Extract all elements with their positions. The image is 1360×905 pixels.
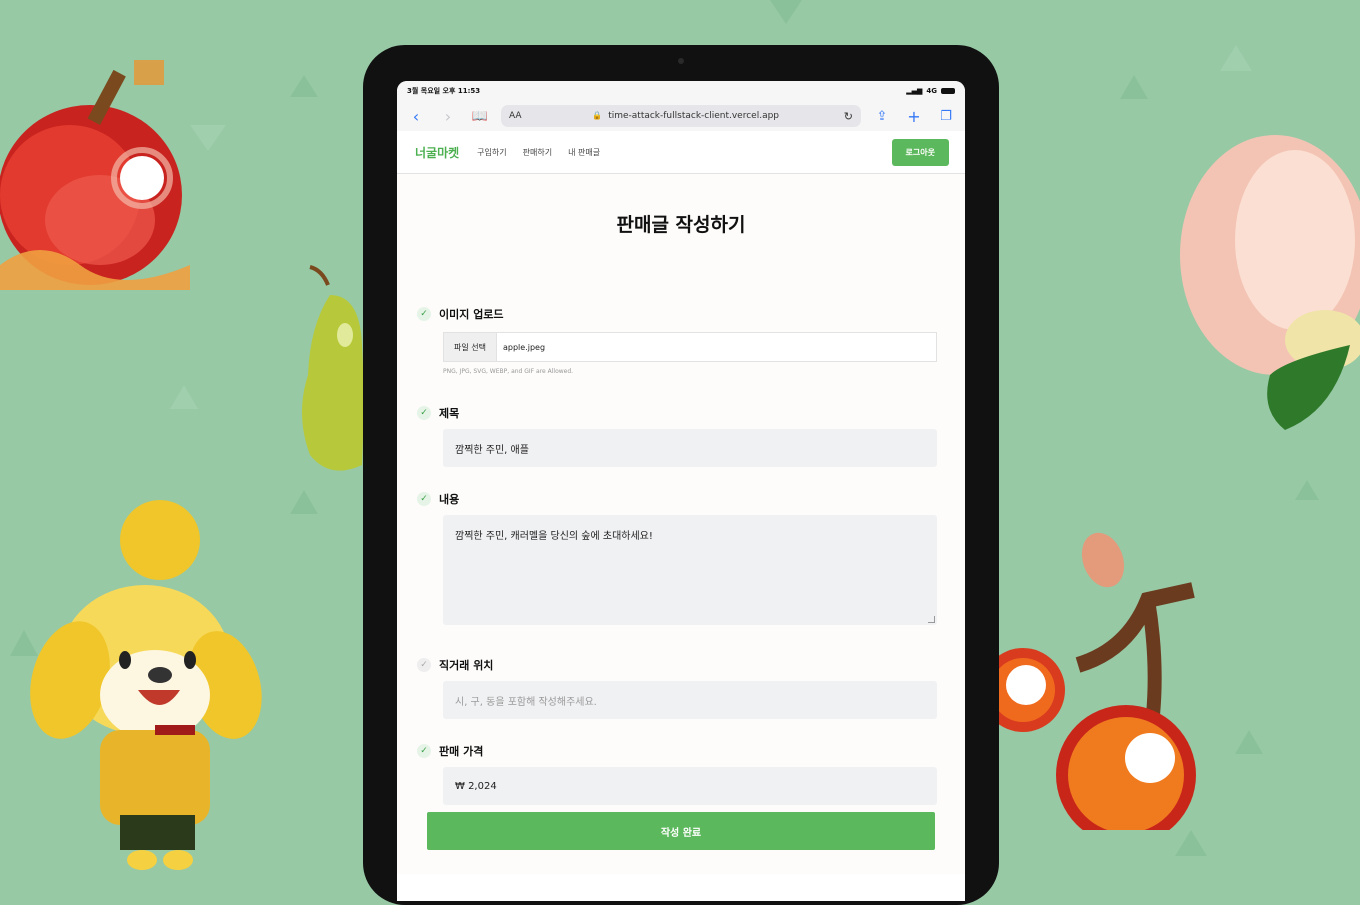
file-input[interactable]: 파일 선택 apple.jpeg: [443, 332, 937, 362]
status-time: 3월 목요일 오후 11:53: [407, 87, 481, 95]
content-text: 깜찍한 주민, 캐러멜을 당신의 숲에 초대하세요!: [455, 531, 653, 542]
status-bar: 3월 목요일 오후 11:53 ▂▄▆ 4G: [397, 81, 965, 101]
site-logo[interactable]: 너굴마켓: [415, 144, 459, 161]
isabelle-character-illustration: [30, 500, 262, 870]
logout-button[interactable]: 로그아웃: [891, 138, 949, 166]
background-triangle: [1120, 75, 1148, 99]
safari-toolbar: ‹ › 📖 AA 🔒 time-attack-fullstack-client.…: [397, 101, 965, 131]
background-triangle: [1235, 730, 1263, 754]
image-upload-label: 이미지 업로드: [439, 308, 504, 321]
price-input[interactable]: ₩ 2,024: [443, 767, 937, 805]
background-triangle: [290, 490, 318, 514]
background-triangle: [1220, 45, 1252, 71]
reader-button[interactable]: AA: [509, 111, 522, 121]
file-name: apple.jpeg: [502, 342, 546, 352]
form-container: 판매글 작성하기 ✓ 이미지 업로드 파일 선택 apple.jpeg PNG,…: [397, 174, 965, 874]
nav-sell[interactable]: 판매하기: [523, 147, 552, 158]
share-icon[interactable]: ⇪: [871, 109, 893, 124]
location-label: 직거래 위치: [439, 659, 494, 672]
nav-my-posts[interactable]: 내 판매글: [568, 147, 600, 158]
pear-illustration: [301, 265, 364, 471]
ipad-frame: 3월 목요일 오후 11:53 ▂▄▆ 4G ‹ › 📖 AA 🔒 time-a…: [363, 45, 999, 905]
ipad-screen: 3월 목요일 오후 11:53 ▂▄▆ 4G ‹ › 📖 AA 🔒 time-a…: [397, 81, 965, 901]
site-header: 너굴마켓 구입하기 판매하기 내 판매글 로그아웃: [397, 131, 965, 174]
submit-button[interactable]: 작성 완료: [427, 812, 935, 850]
bookmarks-icon[interactable]: 📖: [469, 109, 491, 124]
signal-icon: ▂▄▆: [906, 87, 923, 95]
check-icon: ✓: [417, 307, 431, 321]
location-field: ✓ 직거래 위치 시, 구, 동을 포함해 작성해주세요.: [417, 657, 937, 719]
image-upload-field: ✓ 이미지 업로드 파일 선택 apple.jpeg PNG, JPG, SVG…: [417, 306, 937, 375]
content-label: 내용: [439, 493, 460, 506]
background-triangle: [1295, 480, 1319, 500]
background-triangle: [190, 125, 226, 151]
camera-dot: [678, 58, 684, 64]
background-triangle: [170, 385, 198, 409]
background-triangle: [770, 0, 802, 24]
title-input[interactable]: 깜찍한 주민, 애플: [443, 429, 937, 467]
price-field: ✓ 판매 가격 ₩ 2,024: [417, 743, 937, 805]
back-icon[interactable]: ‹: [405, 107, 427, 126]
background-triangle: [290, 75, 318, 97]
address-bar[interactable]: AA 🔒 time-attack-fullstack-client.vercel…: [501, 105, 861, 127]
resize-handle-icon[interactable]: [928, 616, 935, 623]
title-label: 제목: [439, 407, 460, 420]
location-input[interactable]: 시, 구, 동을 포함해 작성해주세요.: [443, 681, 937, 719]
apple-illustration: [0, 60, 190, 290]
network-label: 4G: [926, 87, 937, 95]
check-icon: ✓: [417, 744, 431, 758]
check-icon: ✓: [417, 406, 431, 420]
content-field: ✓ 내용 깜찍한 주민, 캐러멜을 당신의 숲에 초대하세요!: [417, 491, 937, 625]
battery-icon: [941, 88, 955, 94]
page-title: 판매글 작성하기: [616, 214, 746, 236]
price-label: 판매 가격: [439, 745, 484, 758]
nav-buy[interactable]: 구입하기: [477, 147, 506, 158]
peach-illustration: [1180, 135, 1360, 430]
title-field: ✓ 제목 깜찍한 주민, 애플: [417, 405, 937, 467]
url-text: time-attack-fullstack-client.vercel.app: [608, 111, 780, 121]
content-textarea[interactable]: 깜찍한 주민, 캐러멜을 당신의 숲에 초대하세요!: [443, 515, 937, 625]
cherry-illustration: [998, 532, 1196, 830]
choose-file-button[interactable]: 파일 선택: [444, 333, 497, 361]
lock-icon: 🔒: [592, 111, 603, 120]
forward-icon[interactable]: ›: [437, 107, 459, 126]
check-icon: ✓: [417, 658, 431, 672]
background-triangle: [1175, 830, 1207, 856]
tabs-icon[interactable]: ❐: [935, 109, 957, 124]
reload-icon[interactable]: ↻: [844, 110, 853, 123]
new-tab-icon[interactable]: +: [903, 107, 925, 126]
check-icon: ✓: [417, 492, 431, 506]
file-hint: PNG, JPG, SVG, WEBP, and GIF are Allowed…: [443, 368, 574, 375]
